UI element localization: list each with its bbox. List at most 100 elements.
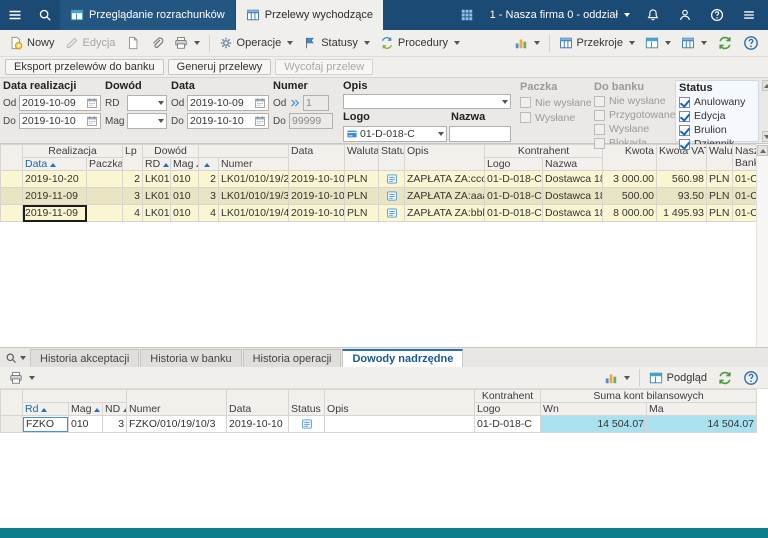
cell-logo[interactable]: 01-D-018-C xyxy=(485,205,543,222)
statuses-menu-button[interactable]: Statusy xyxy=(298,34,375,52)
help-toolbar-button[interactable] xyxy=(738,33,764,53)
col-band-kontrahent[interactable]: Kontrahent xyxy=(475,390,541,403)
cell-ma[interactable]: 14 504.07 xyxy=(647,416,757,433)
cell-kwota-vat[interactable]: 93.50 xyxy=(657,188,707,205)
tab-historia-akceptacji[interactable]: Historia akceptacji xyxy=(30,349,139,367)
select-all-header[interactable] xyxy=(1,390,23,416)
cell-numer[interactable]: FZKO/010/19/10/3 xyxy=(127,416,227,433)
tab-dowody-nadrzedne[interactable]: Dowody nadrzędne xyxy=(342,349,463,367)
col-nasz-bank[interactable]: NaszBank xyxy=(733,145,756,171)
withdraw-transfer-button[interactable]: Wycofaj przelew xyxy=(275,59,373,75)
cell-logo[interactable]: 01-D-018-C xyxy=(475,416,541,433)
detail-chart-button[interactable] xyxy=(599,369,635,387)
col-nd[interactable]: ND xyxy=(103,403,127,416)
cell-status[interactable] xyxy=(379,205,405,222)
data-od-input[interactable]: 2019-10-09 xyxy=(187,95,269,111)
tab-przelewy-wychodzace[interactable]: Przelewy wychodzące xyxy=(236,0,383,30)
cell-nazwa[interactable]: Dostawca 18 xyxy=(543,171,603,188)
cell-data[interactable]: 2019-10-10 xyxy=(289,205,345,222)
col-ma[interactable]: Ma xyxy=(647,403,757,416)
cell-numer[interactable]: LK01/010/19/3 xyxy=(219,188,289,205)
numer-od-input[interactable]: 1 xyxy=(303,95,329,111)
rd-edit-input[interactable]: FZKO xyxy=(23,417,68,432)
tab-historia-w-banku[interactable]: Historia w banku xyxy=(140,349,241,367)
data-do-input[interactable]: 2019-10-10 xyxy=(187,113,269,129)
col-band-suma[interactable]: Suma kont bilansowych xyxy=(541,390,757,403)
cell-walut[interactable]: PLN xyxy=(707,188,733,205)
col-status[interactable]: Status xyxy=(289,390,325,416)
tab-historia-operacji[interactable]: Historia operacji xyxy=(243,349,342,367)
cell-kwota[interactable]: 3 000.00 xyxy=(603,171,657,188)
cell-kwota-vat[interactable]: 1 495.93 xyxy=(657,205,707,222)
cell-opis[interactable]: ZAPŁATA ZA:aaa xyxy=(405,188,485,205)
col-nazwa[interactable]: Nazwa xyxy=(543,158,603,171)
cell-kwota[interactable]: 8 000.00 xyxy=(603,205,657,222)
tab-przegladanie-rozrachunkow[interactable]: Przeglądanie rozrachunków xyxy=(60,0,235,30)
cell-kwota-vat[interactable]: 560.98 xyxy=(657,171,707,188)
cell-logo[interactable]: 01-D-018-C xyxy=(485,188,543,205)
cell-status[interactable] xyxy=(379,188,405,205)
col-data[interactable]: Data xyxy=(289,145,345,171)
cell-nasz-bank[interactable]: 01-C-00 xyxy=(733,205,756,222)
numer-do-input[interactable]: 99999 xyxy=(289,113,333,129)
cell-mag[interactable]: 010 xyxy=(69,416,103,433)
layout-menu-button[interactable] xyxy=(640,34,676,52)
col-band-dowod[interactable] xyxy=(23,390,127,403)
col-realizacja-data[interactable]: Data xyxy=(23,158,87,171)
cell-mag[interactable]: 010 xyxy=(171,205,199,222)
checkbox-status-edycja[interactable] xyxy=(679,111,690,122)
cell-opis[interactable]: ZAPŁATA ZA:ccc xyxy=(405,171,485,188)
cell-nazwa[interactable]: Dostawca 18 xyxy=(543,205,603,222)
print-button[interactable] xyxy=(169,34,205,52)
cell-status[interactable] xyxy=(289,416,325,433)
table-row[interactable]: 2019-10-20 2 LK01 010 2 LK01/010/19/2 20… xyxy=(1,171,757,188)
nazwa-filter-input[interactable] xyxy=(449,126,511,142)
table-row-selected[interactable]: 2019-11-09 4 LK01 010 4 LK01/010/19/4 20… xyxy=(1,205,757,222)
cell-lp[interactable]: 3 xyxy=(123,188,143,205)
cell-kwota[interactable]: 500.00 xyxy=(603,188,657,205)
col-data[interactable]: Data xyxy=(227,390,289,416)
cell-data[interactable]: 2019-10-10 xyxy=(227,416,289,433)
cell-walut[interactable]: PLN xyxy=(707,171,733,188)
cell-rd[interactable]: LK01 xyxy=(143,205,171,222)
cell-nd[interactable]: 3 xyxy=(199,188,219,205)
col-mag[interactable]: Mag xyxy=(171,158,199,171)
grid-scrollbar[interactable] xyxy=(756,144,768,347)
window-menu-button[interactable] xyxy=(734,8,764,22)
cell-realizacja-focused[interactable]: 2019-11-09 xyxy=(23,205,87,222)
export-to-bank-button[interactable]: Eksport przelewów do banku xyxy=(5,59,164,75)
col-lp[interactable]: Lp xyxy=(123,145,143,171)
cell-nasz-bank[interactable]: 01-C-00 xyxy=(733,171,756,188)
cell-data[interactable]: 2019-10-10 xyxy=(289,188,345,205)
row-selector-cell[interactable] xyxy=(1,205,23,222)
cell-paczka[interactable] xyxy=(87,205,123,222)
opis-filter-select[interactable] xyxy=(343,94,511,109)
view-options-button[interactable] xyxy=(676,34,712,52)
detail-help-button[interactable] xyxy=(738,368,764,388)
cell-rd[interactable]: LK01 xyxy=(143,171,171,188)
col-numer[interactable]: Numer xyxy=(127,390,227,416)
cell-waluta[interactable]: PLN xyxy=(345,171,379,188)
table-row[interactable]: 2019-11-09 3 LK01 010 3 LK01/010/19/3 20… xyxy=(1,188,757,205)
data-realizacji-do-input[interactable]: 2019-10-10 xyxy=(19,113,101,129)
col-numer[interactable]: Numer xyxy=(219,158,289,171)
checkbox-status-anulowany[interactable] xyxy=(679,97,690,108)
scroll-up-button[interactable] xyxy=(762,80,768,91)
przekroje-menu-button[interactable]: Przekroje xyxy=(554,34,640,52)
company-selector[interactable]: 1 - Nasza firma 0 - oddział xyxy=(484,9,636,21)
chart-view-button[interactable] xyxy=(509,34,545,52)
generate-transfers-button[interactable]: Generuj przelewy xyxy=(168,59,272,75)
col-band-numer[interactable] xyxy=(199,145,289,158)
cell-numer[interactable]: LK01/010/19/2 xyxy=(219,171,289,188)
cell-nd[interactable]: 3 xyxy=(103,416,127,433)
col-band-dowod[interactable]: Dowód xyxy=(143,145,199,158)
cell-realizacja[interactable]: 2019-10-20 xyxy=(23,171,87,188)
col-kwota[interactable]: Kwota xyxy=(603,145,657,171)
row-selector-cell[interactable] xyxy=(1,188,23,205)
cell-mag[interactable]: 010 xyxy=(171,188,199,205)
col-nd[interactable] xyxy=(199,158,219,171)
checkbox-status-dziennik[interactable] xyxy=(679,139,690,150)
cell-wn[interactable]: 14 504.07 xyxy=(541,416,647,433)
row-selector-cell[interactable] xyxy=(1,416,23,433)
preview-button[interactable]: Podgląd xyxy=(644,369,712,387)
